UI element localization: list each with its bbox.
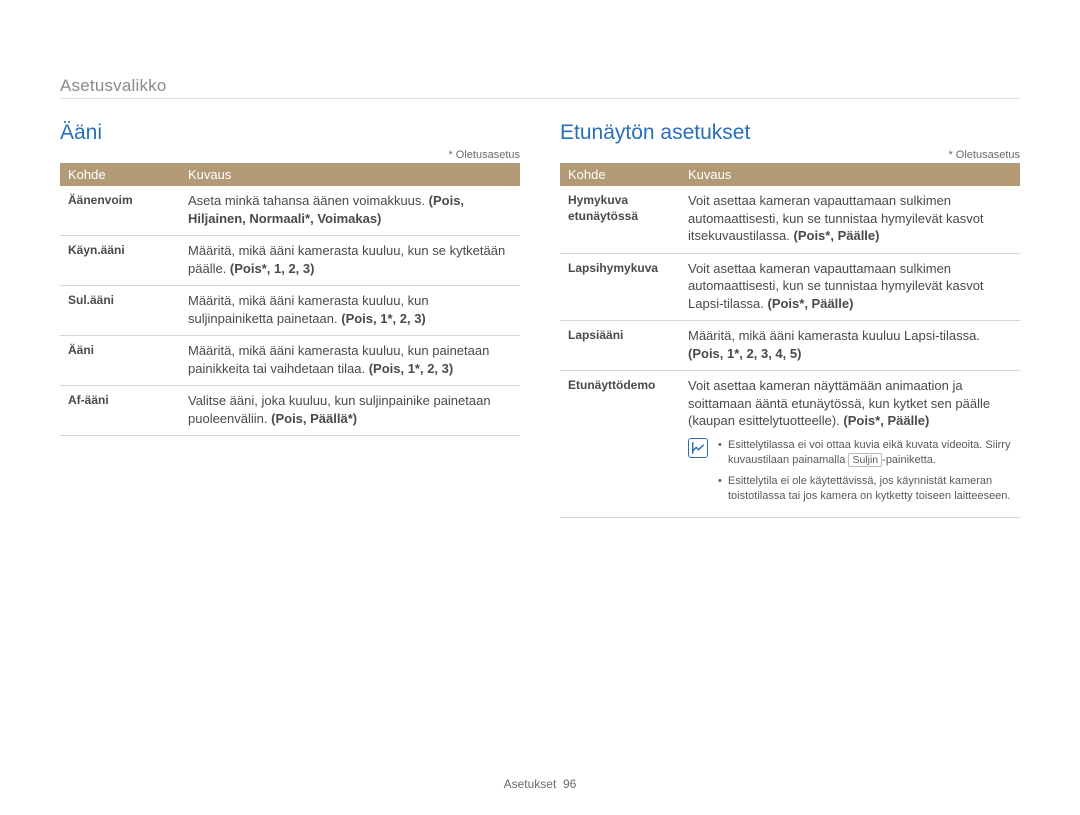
- column-aani: Ääni * Oletusasetus Kohde Kuvaus Äänenvo…: [60, 121, 520, 518]
- row-label: Äänenvoim: [60, 186, 180, 236]
- note-text: Esittelytilassa ei voi ottaa kuvia eikä …: [718, 438, 1012, 509]
- note-item: Esittelytila ei ole käytettävissä, jos k…: [718, 474, 1012, 504]
- page-number: 96: [563, 777, 576, 791]
- table-row: Af-ääni Valitse ääni, joka kuuluu, kun s…: [60, 386, 520, 436]
- table-row: Käyn.ääni Määritä, mikä ääni kamerasta k…: [60, 236, 520, 286]
- row-label: Etunäyttödemo: [560, 371, 680, 518]
- col-header-kohde: Kohde: [560, 163, 680, 186]
- button-label-suljin: Suljin: [848, 453, 882, 467]
- row-desc: Määritä, mikä ääni kamerasta kuuluu Laps…: [680, 321, 1020, 371]
- row-label: Käyn.ääni: [60, 236, 180, 286]
- section-title-aani: Ääni: [60, 121, 520, 145]
- row-label: Af-ääni: [60, 386, 180, 436]
- column-etunaytto: Etunäytön asetukset * Oletusasetus Kohde…: [560, 121, 1020, 518]
- footer-section: Asetukset: [504, 777, 557, 791]
- table-row: Sul.ääni Määritä, mikä ääni kamerasta ku…: [60, 286, 520, 336]
- col-header-kuvaus: Kuvaus: [180, 163, 520, 186]
- default-note-left: * Oletusasetus: [60, 149, 520, 161]
- note-icon: [688, 438, 708, 458]
- row-desc: Aseta minkä tahansa äänen voimakkuus. (P…: [180, 186, 520, 236]
- row-label: Ääni: [60, 336, 180, 386]
- row-desc: Voit asettaa kameran vapauttamaan sulkim…: [680, 186, 1020, 253]
- breadcrumb: Asetusvalikko: [60, 76, 1020, 99]
- row-label: Sul.ääni: [60, 286, 180, 336]
- row-label: Lapsiääni: [560, 321, 680, 371]
- table-row: Äänenvoim Aseta minkä tahansa äänen voim…: [60, 186, 520, 236]
- row-desc: Määritä, mikä ääni kamerasta kuuluu, kun…: [180, 236, 520, 286]
- table-row: Lapsihymykuva Voit asettaa kameran vapau…: [560, 253, 1020, 321]
- row-desc: Voit asettaa kameran näyttämään animaati…: [680, 371, 1020, 518]
- row-desc: Määritä, mikä ääni kamerasta kuuluu, kun…: [180, 336, 520, 386]
- default-note-right: * Oletusasetus: [560, 149, 1020, 161]
- section-title-etunaytto: Etunäytön asetukset: [560, 121, 1020, 145]
- note-block: Esittelytilassa ei voi ottaa kuvia eikä …: [688, 438, 1012, 509]
- table-row: Lapsiääni Määritä, mikä ääni kamerasta k…: [560, 321, 1020, 371]
- table-row: Hymykuva etunäytössä Voit asettaa kamera…: [560, 186, 1020, 253]
- row-desc: Voit asettaa kameran vapauttamaan sulkim…: [680, 253, 1020, 321]
- row-desc: Määritä, mikä ääni kamerasta kuuluu, kun…: [180, 286, 520, 336]
- page-footer: Asetukset 96: [0, 777, 1080, 791]
- col-header-kuvaus: Kuvaus: [680, 163, 1020, 186]
- row-desc: Valitse ääni, joka kuuluu, kun suljinpai…: [180, 386, 520, 436]
- row-label: Hymykuva etunäytössä: [560, 186, 680, 253]
- columns-wrapper: Ääni * Oletusasetus Kohde Kuvaus Äänenvo…: [60, 121, 1020, 518]
- row-label: Lapsihymykuva: [560, 253, 680, 321]
- table-etunaytto: Kohde Kuvaus Hymykuva etunäytössä Voit a…: [560, 163, 1020, 518]
- page-content: Asetusvalikko Ääni * Oletusasetus Kohde …: [0, 0, 1080, 518]
- col-header-kohde: Kohde: [60, 163, 180, 186]
- table-row: Ääni Määritä, mikä ääni kamerasta kuuluu…: [60, 336, 520, 386]
- note-item: Esittelytilassa ei voi ottaa kuvia eikä …: [718, 438, 1012, 468]
- table-aani: Kohde Kuvaus Äänenvoim Aseta minkä tahan…: [60, 163, 520, 436]
- table-row-etunayttodemo: Etunäyttödemo Voit asettaa kameran näytt…: [560, 371, 1020, 518]
